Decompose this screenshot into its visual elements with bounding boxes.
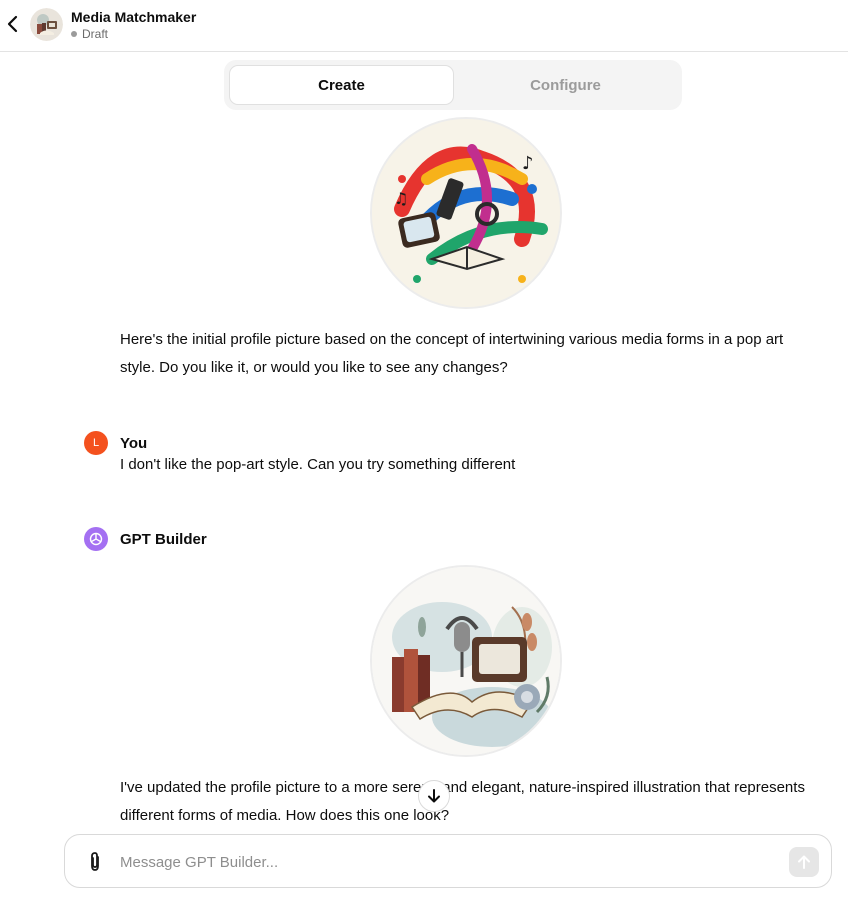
openai-logo-icon [89, 532, 103, 546]
attach-button[interactable] [85, 851, 105, 873]
draft-status-dot [71, 31, 77, 37]
gpt-builder-avatar [84, 527, 108, 551]
user-message-text: I don't like the pop-art style. Can you … [120, 456, 516, 473]
pop-art-profile-image: ♪ ♫ [370, 117, 562, 309]
back-button[interactable] [2, 12, 22, 36]
assistant-message-text: Here's the initial profile picture based… [120, 331, 784, 376]
arrow-down-icon [428, 789, 440, 803]
message-input[interactable] [120, 849, 780, 875]
arrow-up-icon [798, 855, 810, 869]
send-button[interactable] [789, 847, 819, 877]
top-bar: Media Matchmaker Draft [0, 0, 848, 52]
draft-status: Draft [82, 27, 109, 41]
scroll-to-bottom-button[interactable] [418, 780, 450, 812]
nature-profile-image [370, 565, 562, 757]
assistant-message-text-2: I've updated the profile picture to a mo… [120, 779, 805, 824]
assistant-sender-name: GPT Builder [120, 530, 207, 548]
assistant-message-header: GPT Builder [84, 527, 207, 551]
user-sender-name: You [120, 434, 148, 452]
gpt-avatar[interactable] [30, 8, 63, 41]
user-avatar: L [84, 431, 108, 455]
mode-tabs: Create Configure [224, 60, 682, 110]
tab-configure[interactable]: Configure [454, 65, 677, 105]
svg-text:♫: ♫ [394, 189, 408, 208]
app-title: Media Matchmaker [71, 9, 197, 25]
svg-text:♪: ♪ [522, 153, 534, 174]
chevron-left-icon [7, 15, 18, 33]
message-composer [64, 834, 832, 888]
tab-create[interactable]: Create [229, 65, 454, 105]
paperclip-icon [91, 852, 99, 871]
